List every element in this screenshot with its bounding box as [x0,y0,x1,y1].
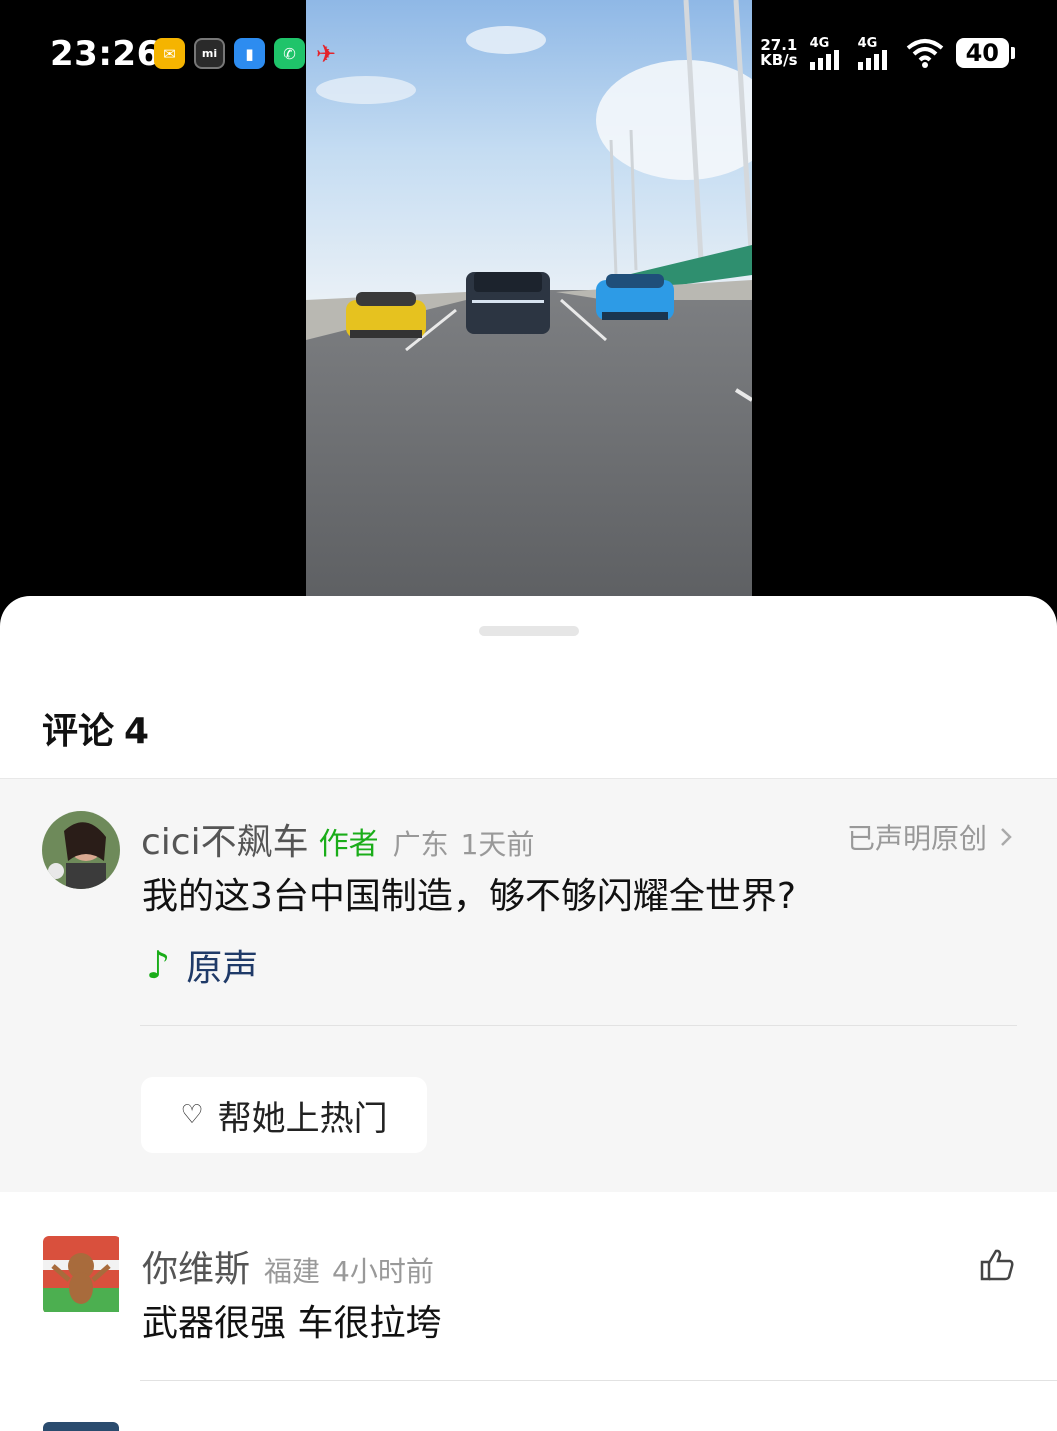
phone-icon: ✆ [274,38,305,69]
author-avatar-image [42,811,120,889]
network-speed-unit: KB/s [760,51,798,69]
original-declaration[interactable]: 已声明原创 [847,817,1013,857]
avatar[interactable] [43,1236,121,1314]
status-time: 23:26 [50,34,161,74]
airline-icon: ✈ [315,39,337,68]
signal-label: 4G [809,36,830,51]
user-avatar-image [43,1236,119,1312]
chevron-right-icon [1001,828,1012,846]
comment-title-label: 评论 [42,711,115,752]
music-link[interactable]: ♪ 原声 [146,939,258,991]
author-comment: cici不飙车 作者 广东 1天前 已声明原创 我的这3台中国制造，够不够闪耀全… [0,778,1057,1192]
mi-icon: mi [194,38,225,69]
divider [140,1025,1017,1026]
divider [140,1380,1057,1381]
status-bar: 23:26 ✉ mi ▮ ✆ ✈ 27.1 KB/s 4G 4G 40 [0,28,1057,84]
signal-icon: 4G [857,36,894,70]
heart-boost-icon: ♡ [180,1100,204,1130]
network-speed: 27.1 KB/s [760,38,797,68]
comment-time: 1天前 [460,828,535,861]
battery-icon: 40 [955,38,1016,68]
comment-meta: 你维斯 福建 4小时前 [142,1240,434,1292]
music-note-icon: ♪ [146,943,171,987]
music-label: 原声 [186,948,259,989]
author-badge: 作者 [318,827,379,862]
blue-car [596,274,674,320]
notification-icons: ✉ mi ▮ ✆ ✈ [154,38,338,69]
video-scene-image [306,0,752,640]
comment-time: 4小时前 [332,1255,434,1288]
comment-user[interactable]: 你维斯 [142,1240,250,1292]
comment-meta: cici不飙车 作者 广东 1天前 [141,813,534,865]
boost-button[interactable]: ♡ 帮她上热门 [141,1077,427,1153]
like-icon[interactable] [979,1248,1015,1282]
comment-text: 我的这3台中国制造，够不够闪耀全世界? [142,876,797,917]
dark-suv [466,272,550,334]
wifi-icon [906,39,943,68]
comment-text: 武器很强 车很拉垮 [142,1303,442,1344]
video-frame[interactable] [306,0,752,640]
drag-handle[interactable] [479,626,579,636]
comment-sheet: 评论 4 cici不飙车 作者 广东 1天前 已声明原创 我的这3台中国制造，够不… [0,596,1057,1431]
avatar[interactable] [42,811,120,889]
mail-icon: ✉ [154,38,185,69]
comment-location: 福建 [264,1255,321,1288]
status-right: 27.1 KB/s 4G 4G 40 [760,36,1016,70]
comment-user[interactable]: cici不飙车 [141,813,309,865]
yellow-car [346,292,426,338]
comment-count: 4 [124,711,150,752]
signal-icon: 4G [809,36,846,70]
comment-location: 广东 [392,828,449,861]
document-icon: ▮ [234,38,265,69]
video-player[interactable] [0,0,1057,640]
signal-label: 4G [857,36,878,51]
original-label: 已声明原创 [846,822,987,855]
avatar[interactable] [43,1422,119,1431]
boost-label: 帮她上热门 [217,1098,388,1139]
comment-sheet-title: 评论 4 [42,702,149,754]
